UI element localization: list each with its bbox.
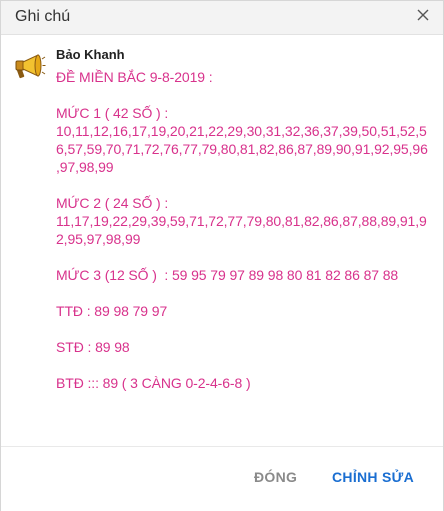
note-dialog: Ghi chú Bảo Khanh ĐỀ MIỀN BẮC 9-8-2019 :…	[0, 0, 444, 511]
dialog-title: Ghi chú	[15, 8, 71, 25]
note-content: Bảo Khanh ĐỀ MIỀN BẮC 9-8-2019 : MỨC 1 (…	[1, 35, 443, 445]
note-author: Bảo Khanh	[56, 47, 125, 62]
close-button[interactable]: ĐÓNG	[254, 469, 297, 485]
note-text: ĐỀ MIỀN BẮC 9-8-2019 : MỨC 1 ( 42 SỐ ) :…	[56, 69, 428, 391]
edit-button[interactable]: CHỈNH SỬA	[332, 469, 414, 485]
dialog-footer: ĐÓNG CHỈNH SỬA	[1, 446, 443, 511]
megaphone-icon	[15, 54, 46, 79]
close-icon[interactable]	[415, 7, 431, 23]
dialog-titlebar: Ghi chú	[1, 1, 443, 35]
